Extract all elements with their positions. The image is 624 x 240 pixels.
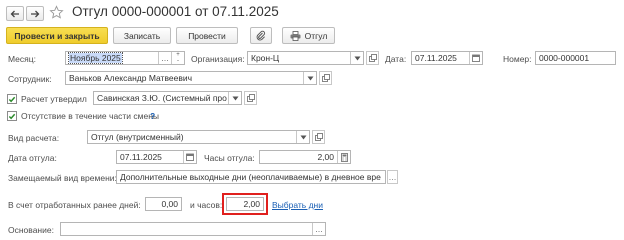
organization-field[interactable]: Крон-Ц xyxy=(247,51,364,65)
post-and-close-button[interactable]: Провести и закрыть xyxy=(6,27,108,44)
calc-type-label: Вид расчета: xyxy=(8,133,60,143)
chevron-down-icon xyxy=(354,56,360,60)
calendar-icon xyxy=(472,54,480,62)
replaced-time-field[interactable]: Дополнительные выходные дни (неоплачивае… xyxy=(116,170,386,184)
leave-date-field[interactable]: 07.11.2025 xyxy=(116,150,197,164)
replaced-time-label: Замещаемый вид времени: xyxy=(8,173,117,183)
print-button[interactable]: Отгул xyxy=(282,27,335,44)
chevron-down-icon xyxy=(300,135,306,139)
worked-hours-label: и часов: xyxy=(190,200,223,210)
calc-type-dropdown-button[interactable] xyxy=(296,131,309,143)
leave-hours-field[interactable]: 2,00 xyxy=(259,150,351,164)
organization-dropdown-button[interactable] xyxy=(350,52,363,64)
back-button[interactable] xyxy=(6,6,24,21)
replaced-time-value: Дополнительные выходные дни (неоплачивае… xyxy=(120,172,381,182)
attach-button[interactable] xyxy=(250,27,272,44)
employee-value: Ваньков Александр Матвеевич xyxy=(69,73,193,83)
basis-select-button[interactable]: … xyxy=(312,223,325,235)
checkmark-icon xyxy=(8,96,16,102)
month-value: Ноябрь 2025 xyxy=(68,52,123,64)
calc-type-open-button[interactable] xyxy=(312,130,325,144)
number-value: 0000-000001 xyxy=(539,53,590,63)
date-value: 07.11.2025 xyxy=(415,53,457,63)
month-stepper[interactable]: + - xyxy=(171,52,184,64)
number-field[interactable]: 0000-000001 xyxy=(535,51,616,65)
month-select-button[interactable]: … xyxy=(158,52,171,64)
arrow-right-icon xyxy=(31,10,40,17)
partial-absence-help-icon[interactable]: ? xyxy=(150,111,155,121)
date-label: Дата: xyxy=(385,54,407,64)
organization-value: Крон-Ц xyxy=(251,53,280,63)
open-link-icon xyxy=(314,133,323,141)
approved-checkbox[interactable] xyxy=(7,94,17,104)
worked-hours-field[interactable]: 2,00 xyxy=(226,197,264,211)
open-link-icon xyxy=(321,74,330,82)
basis-field[interactable]: … xyxy=(60,222,326,236)
paperclip-icon xyxy=(256,30,266,41)
leave-date-value: 07.11.2025 xyxy=(120,152,162,162)
employee-open-button[interactable] xyxy=(319,71,332,85)
leave-date-calendar-button[interactable] xyxy=(183,151,196,163)
organization-open-button[interactable] xyxy=(366,51,379,65)
approved-by-open-button[interactable] xyxy=(244,91,257,105)
basis-label: Основание: xyxy=(8,225,54,235)
save-button[interactable]: Записать xyxy=(113,27,171,44)
employee-field[interactable]: Ваньков Александр Матвеевич xyxy=(65,71,317,85)
choose-days-link[interactable]: Выбрать дни xyxy=(272,200,323,210)
replaced-time-select-button[interactable]: … xyxy=(387,170,398,184)
approved-by-value: Савинская З.Ю. (Системный про xyxy=(97,93,227,103)
printer-icon xyxy=(290,30,301,41)
calculator-icon xyxy=(340,152,348,162)
page-title: Отгул 0000-000001 от 07.11.2025 xyxy=(72,4,279,19)
approved-label: Расчет утвердил xyxy=(21,94,87,104)
number-label: Номер: xyxy=(503,54,532,64)
checkmark-icon xyxy=(8,113,16,119)
partial-absence-checkbox[interactable] xyxy=(7,111,17,121)
open-link-icon xyxy=(246,94,255,102)
employee-label: Сотрудник: xyxy=(8,74,52,84)
date-calendar-button[interactable] xyxy=(469,52,482,64)
worked-days-value: 0,00 xyxy=(161,199,178,209)
arrow-left-icon xyxy=(10,10,19,17)
worked-days-field[interactable]: 0,00 xyxy=(145,197,182,211)
worked-hours-value: 2,00 xyxy=(243,199,260,209)
favorite-button[interactable] xyxy=(49,5,65,21)
approved-by-field[interactable]: Савинская З.Ю. (Системный про xyxy=(93,91,242,105)
leave-hours-calculator-button[interactable] xyxy=(337,151,350,163)
partial-absence-label: Отсутствие в течение части смены xyxy=(21,111,160,121)
step-down-icon[interactable]: - xyxy=(177,58,179,64)
approved-by-dropdown-button[interactable] xyxy=(228,92,241,104)
date-field[interactable]: 07.11.2025 xyxy=(411,51,483,65)
forward-button[interactable] xyxy=(26,6,44,21)
organization-label: Организация: xyxy=(191,54,245,64)
month-field[interactable]: Ноябрь 2025 … + - xyxy=(65,51,185,65)
chevron-down-icon xyxy=(232,96,238,100)
star-icon xyxy=(49,5,64,19)
month-label: Месяц: xyxy=(8,54,36,64)
print-button-label: Отгул xyxy=(304,30,328,41)
leave-date-label: Дата отгула: xyxy=(8,153,57,163)
basis-value xyxy=(61,223,312,235)
post-button[interactable]: Провести xyxy=(176,27,238,44)
open-link-icon xyxy=(368,54,377,62)
calendar-icon xyxy=(186,153,194,161)
chevron-down-icon xyxy=(307,76,313,80)
leave-hours-value: 2,00 xyxy=(317,152,334,162)
worked-days-label: В счет отработанных ранее дней: xyxy=(8,200,141,210)
calc-type-field[interactable]: Отгул (внутрисменный) xyxy=(87,130,310,144)
leave-hours-label: Часы отгула: xyxy=(204,153,255,163)
employee-dropdown-button[interactable] xyxy=(303,72,316,84)
calc-type-value: Отгул (внутрисменный) xyxy=(91,132,184,142)
